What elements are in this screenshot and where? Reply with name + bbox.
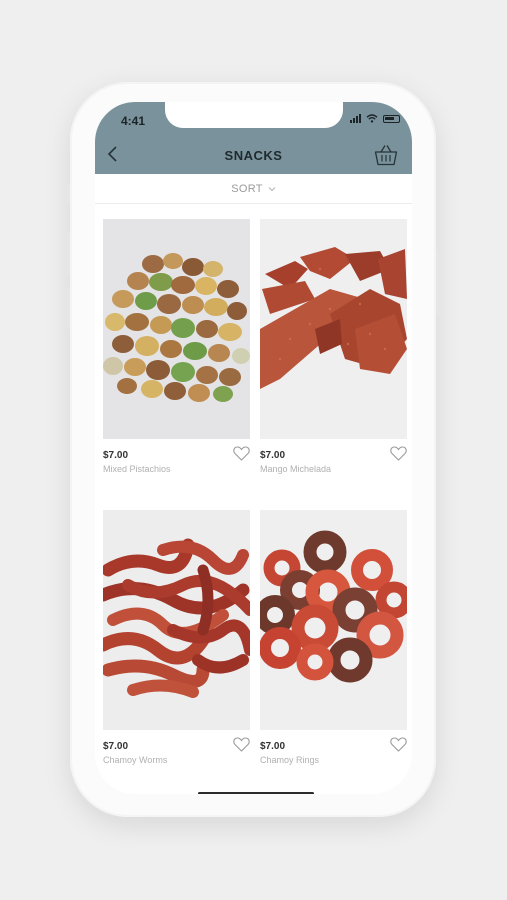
product-price: $7.00 bbox=[103, 450, 129, 461]
heart-icon[interactable] bbox=[390, 446, 407, 461]
signal-icon bbox=[350, 114, 361, 123]
battery-icon bbox=[383, 114, 400, 123]
product-price: $7.00 bbox=[103, 741, 129, 752]
chamoy-worms-image bbox=[103, 510, 250, 730]
status-time: 4:41 bbox=[121, 114, 146, 128]
phone-volume-up bbox=[67, 232, 70, 276]
chamoy-rings-image bbox=[260, 510, 407, 730]
basket-icon[interactable] bbox=[374, 144, 398, 166]
heart-icon[interactable] bbox=[390, 737, 407, 752]
pistachios-image bbox=[103, 219, 250, 439]
sort-button[interactable]: SORT bbox=[95, 174, 412, 204]
home-indicator[interactable] bbox=[198, 792, 314, 794]
product-card[interactable]: $7.00 Chamoy Worms bbox=[103, 510, 250, 765]
app-screen: 4:41 SNACKS SORT $7.00 Mixed Pistachios … bbox=[95, 102, 412, 794]
heart-icon[interactable] bbox=[233, 446, 250, 461]
notch bbox=[165, 102, 343, 128]
product-name: Mango Michelada bbox=[260, 464, 332, 474]
product-name: Mixed Pistachios bbox=[103, 464, 171, 474]
wifi-icon bbox=[366, 114, 378, 123]
phone-side-button bbox=[67, 183, 70, 205]
product-name: Chamoy Rings bbox=[260, 755, 320, 765]
product-name: Chamoy Worms bbox=[103, 755, 168, 765]
heart-icon[interactable] bbox=[233, 737, 250, 752]
chevron-down-icon bbox=[268, 186, 276, 191]
product-card[interactable]: $7.00 Mixed Pistachios bbox=[103, 219, 250, 474]
status-icons bbox=[350, 114, 400, 123]
sort-label: SORT bbox=[231, 182, 263, 195]
product-price: $7.00 bbox=[260, 450, 286, 461]
product-card[interactable]: $7.00 Chamoy Rings bbox=[260, 510, 407, 765]
mango-michelada-image bbox=[260, 219, 407, 439]
phone-power-button bbox=[436, 250, 439, 316]
product-price: $7.00 bbox=[260, 741, 286, 752]
app-header: 4:41 SNACKS bbox=[95, 102, 412, 174]
page-title: SNACKS bbox=[224, 148, 283, 163]
phone-volume-down bbox=[67, 286, 70, 330]
product-card[interactable]: $7.00 Mango Michelada bbox=[260, 219, 407, 474]
